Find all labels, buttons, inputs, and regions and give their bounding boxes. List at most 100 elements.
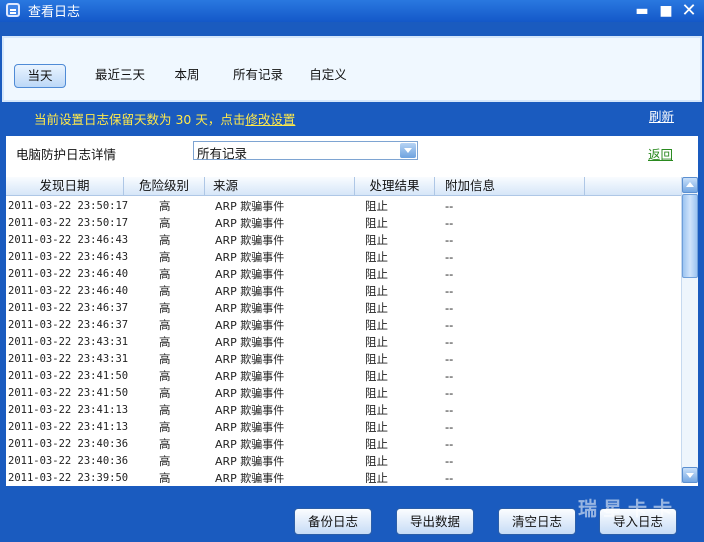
cell-result: 阻止 xyxy=(365,471,388,483)
table-row[interactable]: 2011-03-22 23:40:36 高 ARP 欺骗事件 阻止 -- xyxy=(6,453,682,470)
cell-info: -- xyxy=(445,403,454,417)
cell-source: ARP 欺骗事件 xyxy=(215,200,285,213)
backup-log-button[interactable]: 备份日志 xyxy=(294,508,372,535)
tab-all-records[interactable]: 所有记录 xyxy=(226,64,290,88)
tab-recent-three-days[interactable]: 最近三天 xyxy=(88,64,152,88)
cell-info: -- xyxy=(445,352,454,366)
cell-info: -- xyxy=(445,233,454,247)
table-row[interactable]: 2011-03-22 23:46:37 高 ARP 欺骗事件 阻止 -- xyxy=(6,317,682,334)
cell-date: 2011-03-22 23:41:50 xyxy=(8,370,129,382)
table-row[interactable]: 2011-03-22 23:46:40 高 ARP 欺骗事件 阻止 -- xyxy=(6,266,682,283)
cell-info: -- xyxy=(445,386,454,400)
column-header-source[interactable]: 来源 xyxy=(205,177,355,196)
cell-date: 2011-03-22 23:46:40 xyxy=(8,285,129,297)
cell-date: 2011-03-22 23:41:13 xyxy=(8,421,129,433)
cell-info: -- xyxy=(445,471,454,483)
back-link[interactable]: 返回 xyxy=(648,144,673,163)
record-filter-value: 所有记录 xyxy=(197,146,248,161)
chevron-down-icon[interactable] xyxy=(400,143,416,158)
cell-source: ARP 欺骗事件 xyxy=(215,472,285,483)
cell-source: ARP 欺骗事件 xyxy=(215,268,285,281)
table-row[interactable]: 2011-03-22 23:40:36 高 ARP 欺骗事件 阻止 -- xyxy=(6,436,682,453)
cell-source: ARP 欺骗事件 xyxy=(215,421,285,434)
cell-result: 阻止 xyxy=(365,403,388,417)
tab-this-week[interactable]: 本周 xyxy=(167,64,207,88)
vertical-scrollbar[interactable] xyxy=(681,177,698,483)
clear-log-button[interactable]: 清空日志 xyxy=(498,508,576,535)
cell-result: 阻止 xyxy=(365,216,388,230)
table-body: 2011-03-22 23:50:17 高 ARP 欺骗事件 阻止 -- 2011-03-… xyxy=(6,198,682,483)
column-header-risk[interactable]: 危险级别 xyxy=(124,177,205,196)
table-row[interactable]: 2011-03-22 23:41:50 高 ARP 欺骗事件 阻止 -- xyxy=(6,368,682,385)
scroll-up-icon[interactable] xyxy=(682,177,698,193)
title-bar: 查看日志 ▬ ■ ✕ xyxy=(0,0,704,22)
table-row[interactable]: 2011-03-22 23:41:13 高 ARP 欺骗事件 阻止 -- xyxy=(6,419,682,436)
table-row[interactable]: 2011-03-22 23:41:50 高 ARP 欺骗事件 阻止 -- xyxy=(6,385,682,402)
maximize-icon[interactable]: ■ xyxy=(657,2,675,20)
cell-risk: 高 xyxy=(159,403,171,417)
table-row[interactable]: 2011-03-22 23:50:17 高 ARP 欺骗事件 阻止 -- xyxy=(6,198,682,215)
cell-info: -- xyxy=(445,318,454,332)
cell-source: ARP 欺骗事件 xyxy=(215,353,285,366)
table-row[interactable]: 2011-03-22 23:41:13 高 ARP 欺骗事件 阻止 -- xyxy=(6,402,682,419)
cell-result: 阻止 xyxy=(365,386,388,400)
tab-custom[interactable]: 自定义 xyxy=(302,64,354,88)
scroll-thumb[interactable] xyxy=(682,194,698,278)
close-icon[interactable]: ✕ xyxy=(680,2,698,20)
retention-notice: 当前设置日志保留天数为 30 天，点击修改设置 xyxy=(34,109,295,128)
refresh-link[interactable]: 刷新 xyxy=(649,106,674,125)
cell-date: 2011-03-22 23:46:43 xyxy=(8,251,129,263)
cell-info: -- xyxy=(445,335,454,349)
cell-info: -- xyxy=(445,284,454,298)
table-row[interactable]: 2011-03-22 23:43:31 高 ARP 欺骗事件 阻止 -- xyxy=(6,334,682,351)
scroll-down-icon[interactable] xyxy=(682,467,698,483)
cell-source: ARP 欺骗事件 xyxy=(215,285,285,298)
cell-source: ARP 欺骗事件 xyxy=(215,336,285,349)
cell-date: 2011-03-22 23:46:43 xyxy=(8,234,129,246)
column-header-result[interactable]: 处理结果 xyxy=(355,177,435,196)
cell-date: 2011-03-22 23:46:37 xyxy=(8,302,129,314)
cell-result: 阻止 xyxy=(365,267,388,281)
cell-date: 2011-03-22 23:46:37 xyxy=(8,319,129,331)
minimize-icon[interactable]: ▬ xyxy=(633,2,651,20)
cell-date: 2011-03-22 23:46:40 xyxy=(8,268,129,280)
app-icon xyxy=(6,3,20,17)
table-row[interactable]: 2011-03-22 23:43:31 高 ARP 欺骗事件 阻止 -- xyxy=(6,351,682,368)
cell-info: -- xyxy=(445,420,454,434)
cell-source: ARP 欺骗事件 xyxy=(215,370,285,383)
table-row[interactable]: 2011-03-22 23:50:17 高 ARP 欺骗事件 阻止 -- xyxy=(6,215,682,232)
table-row[interactable]: 2011-03-22 23:46:43 高 ARP 欺骗事件 阻止 -- xyxy=(6,232,682,249)
record-filter-select[interactable]: 所有记录 xyxy=(193,141,418,161)
cell-result: 阻止 xyxy=(365,420,388,434)
cell-source: ARP 欺骗事件 xyxy=(215,319,285,332)
table-row[interactable]: 2011-03-22 23:39:50 高 ARP 欺骗事件 阻止 -- xyxy=(6,470,682,483)
retention-notice-text: 当前设置日志保留天数为 30 天，点击 xyxy=(34,112,246,127)
watermark-logo: 瑞星卡卡 xyxy=(578,498,679,520)
cell-risk: 高 xyxy=(159,216,171,230)
cell-risk: 高 xyxy=(159,369,171,383)
cell-source: ARP 欺骗事件 xyxy=(215,387,285,400)
cell-risk: 高 xyxy=(159,454,171,468)
cell-info: -- xyxy=(445,216,454,230)
cell-result: 阻止 xyxy=(365,335,388,349)
tab-today[interactable]: 当天 xyxy=(14,64,66,88)
log-table: 发现日期 危险级别 来源 处理结果 附加信息 2011-03-22 23:50:… xyxy=(6,177,682,483)
cell-risk: 高 xyxy=(159,335,171,349)
cell-date: 2011-03-22 23:41:50 xyxy=(8,387,129,399)
cell-risk: 高 xyxy=(159,420,171,434)
table-row[interactable]: 2011-03-22 23:46:43 高 ARP 欺骗事件 阻止 -- xyxy=(6,249,682,266)
column-header-info[interactable]: 附加信息 xyxy=(435,177,585,196)
table-row[interactable]: 2011-03-22 23:46:37 高 ARP 欺骗事件 阻止 -- xyxy=(6,300,682,317)
table-row[interactable]: 2011-03-22 23:46:40 高 ARP 欺骗事件 阻止 -- xyxy=(6,283,682,300)
cell-result: 阻止 xyxy=(365,284,388,298)
cell-result: 阻止 xyxy=(365,250,388,264)
cell-info: -- xyxy=(445,267,454,281)
column-header-date[interactable]: 发现日期 xyxy=(6,177,124,196)
export-data-button[interactable]: 导出数据 xyxy=(396,508,474,535)
cell-date: 2011-03-22 23:50:17 xyxy=(8,217,129,229)
cell-date: 2011-03-22 23:39:50 xyxy=(8,472,129,483)
cell-risk: 高 xyxy=(159,233,171,247)
cell-result: 阻止 xyxy=(365,352,388,366)
cell-result: 阻止 xyxy=(365,369,388,383)
modify-settings-link[interactable]: 修改设置 xyxy=(245,112,295,127)
